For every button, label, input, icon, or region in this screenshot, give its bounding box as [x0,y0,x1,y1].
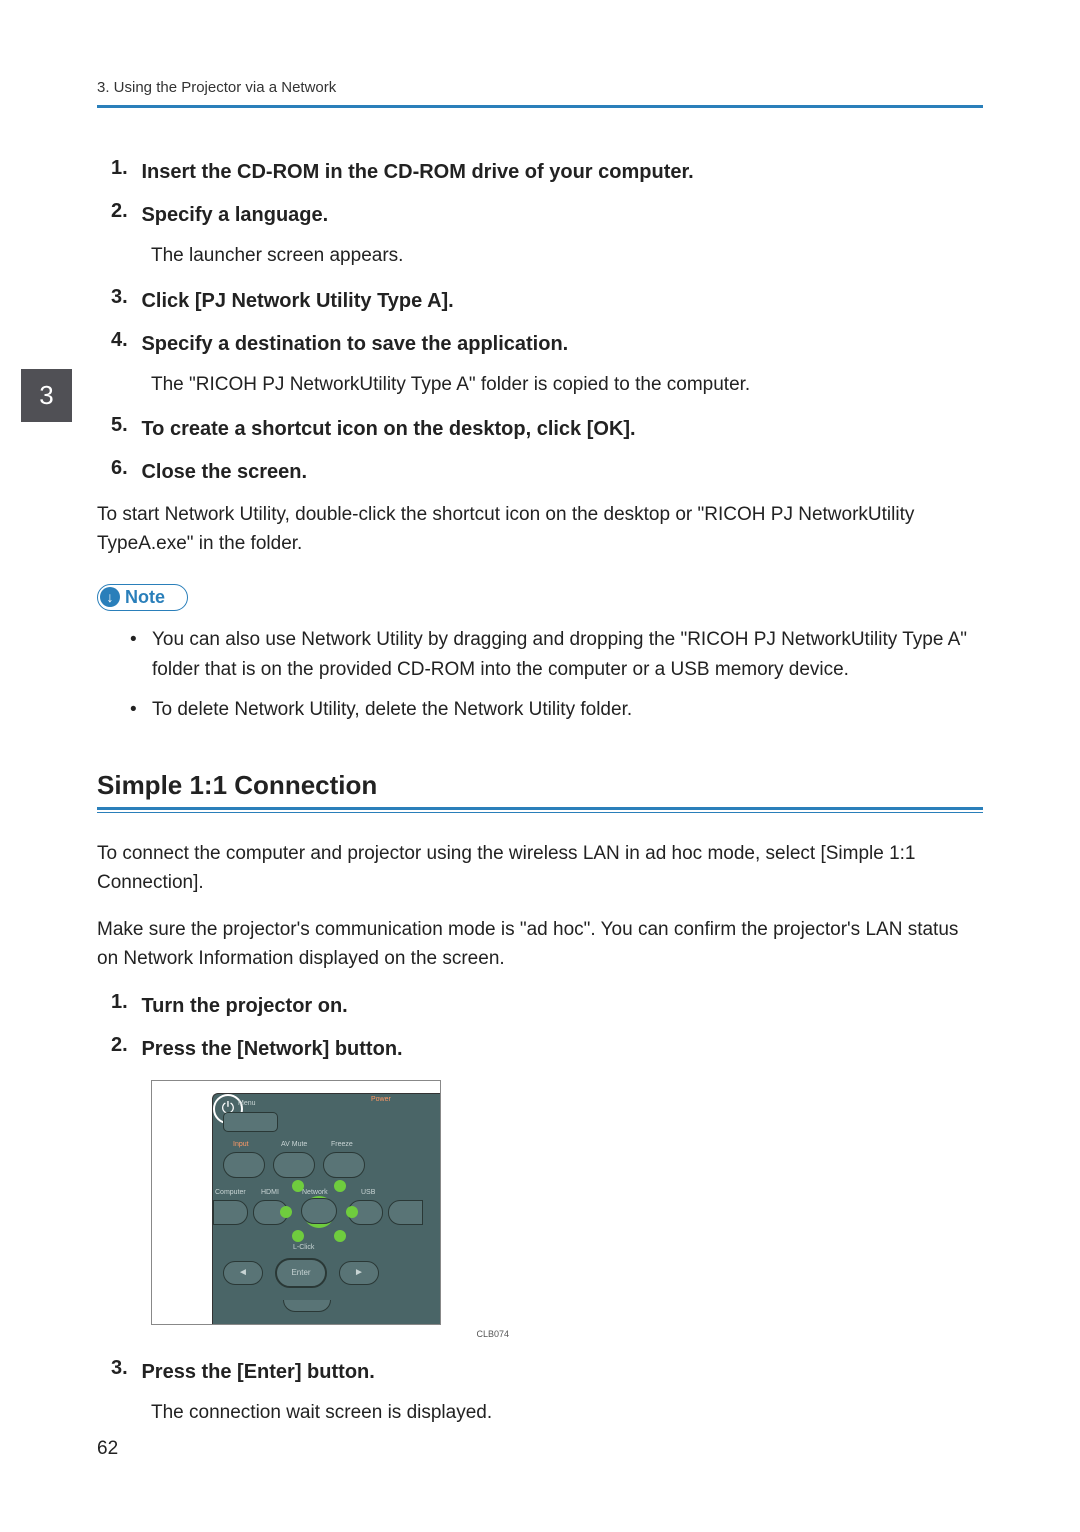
hdmi-label: HDMI [261,1189,279,1196]
bottom-curve-icon [283,1300,331,1312]
remote-figure: Menu Power ⏻ Input AV Mute Freeze Comput… [151,1080,983,1325]
step-1: 1. Insert the CD-ROM in the CD-ROM drive… [97,157,983,187]
chapter-tab: 3 [21,369,72,422]
step-text: Turn the projector on. [141,991,977,1021]
page-number: 62 [97,1438,118,1460]
enter-button-icon: Enter [275,1258,327,1288]
step-text: Click [PJ Network Utility Type A]. [141,286,977,316]
step-number: 1. [97,991,137,1014]
step-b1: 1. Turn the projector on. [97,991,983,1021]
step-text: Close the screen. [141,457,977,487]
step-number: 6. [97,457,137,480]
section-heading: Simple 1:1 Connection [97,770,983,801]
step-text: Specify a language. [141,200,977,230]
step-desc: The launcher screen appears. [151,242,983,271]
step-c1: 3. Press the [Enter] button. The connect… [97,1357,983,1428]
menu-button-icon [223,1112,278,1132]
step-number: 3. [97,286,137,309]
menu-label: Menu [238,1100,256,1107]
step-desc: The connection wait screen is displayed. [151,1399,983,1428]
remote-illustration: Menu Power ⏻ Input AV Mute Freeze Comput… [151,1080,441,1325]
note-label: Note [125,587,165,608]
note-text: You can also use Network Utility by drag… [152,625,983,685]
step-number: 2. [97,1034,137,1057]
step-number: 2. [97,200,137,223]
step-5: 5. To create a shortcut icon on the desk… [97,414,983,444]
step-number: 1. [97,157,137,180]
power-label: Power [371,1096,391,1103]
step-number: 5. [97,414,137,437]
breadcrumb: 3. Using the Projector via a Network [97,79,983,96]
step-number: 4. [97,329,137,352]
figure-caption: CLB074 [151,1329,509,1339]
note-text: To delete Network Utility, delete the Ne… [152,695,632,725]
computer-button-icon [213,1200,248,1225]
step-4: 4. Specify a destination to save the app… [97,329,983,400]
note-item-2: • To delete Network Utility, delete the … [130,695,983,725]
network-button-highlight-icon [284,1184,354,1240]
bullet-icon: • [130,695,152,725]
down-arrow-icon: ↓ [100,587,120,607]
bullet-icon: • [130,625,152,685]
step-text: Specify a destination to save the applic… [141,329,977,359]
step-b2: 2. Press the [Network] button. [97,1034,983,1064]
freeze-label: Freeze [331,1141,353,1148]
right-arrow-button-icon: ► [339,1261,379,1285]
note-item-1: • You can also use Network Utility by dr… [130,625,983,685]
body-paragraph: To start Network Utility, double-click t… [97,500,983,559]
lclick-label: L-Click [293,1244,314,1251]
left-arrow-button-icon: ◄ [223,1261,263,1285]
note-badge: ↓ Note [97,584,188,611]
step-6: 6. Close the screen. [97,457,983,487]
step-text: To create a shortcut icon on the desktop… [141,414,977,444]
section-divider [97,807,983,813]
right-edge-button-icon [388,1200,423,1225]
step-text: Insert the CD-ROM in the CD-ROM drive of… [141,157,977,187]
section-para-1: To connect the computer and projector us… [97,839,983,898]
computer-label: Computer [215,1189,246,1196]
usb-label: USB [361,1189,375,1196]
step-text: Press the [Network] button. [141,1034,977,1064]
input-label: Input [233,1141,249,1148]
freeze-button-icon [323,1152,365,1178]
step-desc: The "RICOH PJ NetworkUtility Type A" fol… [151,371,983,400]
input-button-icon [223,1152,265,1178]
page-content: 1. Insert the CD-ROM in the CD-ROM drive… [97,157,983,1442]
step-number: 3. [97,1357,137,1380]
step-2: 2. Specify a language. The launcher scre… [97,200,983,271]
avmute-button-icon [273,1152,315,1178]
page-header: 3. Using the Projector via a Network [97,79,983,108]
avmute-label: AV Mute [281,1141,307,1148]
step-text: Press the [Enter] button. [141,1357,977,1387]
step-3: 3. Click [PJ Network Utility Type A]. [97,286,983,316]
header-divider [97,105,983,108]
section-para-2: Make sure the projector's communication … [97,915,983,974]
